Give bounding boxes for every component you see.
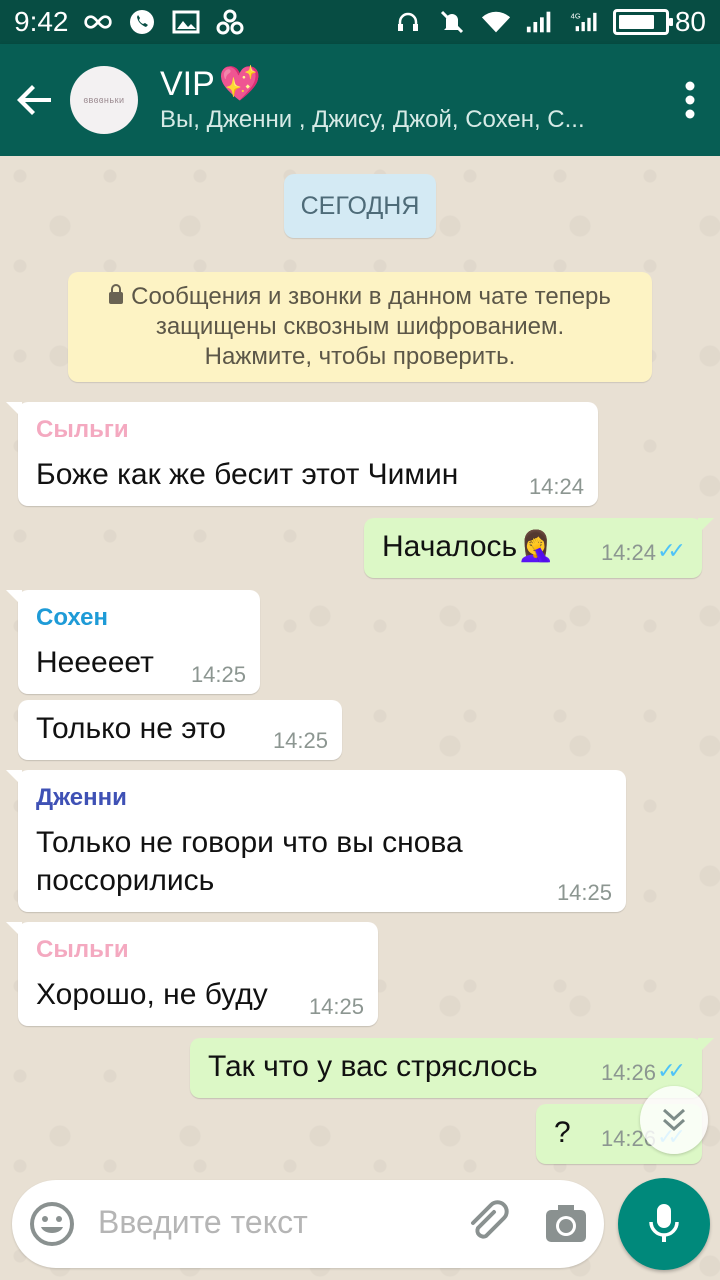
svg-text:4G: 4G [571, 12, 581, 21]
emoji-button[interactable] [28, 1200, 76, 1248]
message-text: Неееeет [36, 646, 154, 679]
encryption-line-3: Нажмите, чтобы проверить. [204, 343, 516, 370]
message-text-content: Началось [382, 530, 518, 563]
message-sender: Сохен [36, 604, 108, 631]
chat-header: ɞвɞɞньки VIP 💖 Вы, Дженни , Джису, Джой,… [0, 44, 720, 156]
message-incoming[interactable]: Сыльги Хорошо, не буду 14:25 [6, 922, 378, 1026]
double-check-icon: ✓✓ [657, 1058, 686, 1083]
encryption-notice-text: Сообщения и звонки в данном чате теперь … [109, 282, 611, 372]
wifi-icon [481, 7, 511, 37]
message-text: Началось🤦‍♀️ [382, 528, 555, 566]
message-input-bar: Введите текст [12, 1180, 604, 1268]
more-vert-icon [685, 81, 695, 119]
message-time: 14:26 [600, 1060, 656, 1085]
status-time: 9:42 [14, 6, 69, 37]
avatar-text: ɞвɞɞньки [83, 95, 125, 105]
message-outgoing[interactable]: Началось🤦‍♀️ 14:24 ✓✓ [364, 518, 714, 578]
message-text: ? [554, 1116, 571, 1149]
message-text: Только не это [36, 712, 226, 745]
message-incoming[interactable]: Сохен Неееeет 14:25 [6, 590, 260, 694]
sparkling-heart-icon: 💖 [218, 65, 262, 103]
attach-button[interactable] [464, 1200, 512, 1248]
message-incoming[interactable]: Сыльги Боже как же бесит этот Чимин 14:2… [6, 402, 598, 506]
message-time: 14:25 [272, 728, 328, 753]
message-text: Боже как же бесит этот Чимин [36, 458, 459, 491]
gallery-icon [171, 7, 201, 37]
message-time: 14:25 [556, 880, 612, 905]
date-chip: СЕГОДНЯ [284, 174, 436, 238]
battery-fill [618, 15, 655, 29]
status-bar: 9:42 4G 80 [0, 0, 720, 44]
camera-icon [546, 1205, 586, 1242]
voice-message-button[interactable] [618, 1178, 710, 1270]
group-title: VIP 💖 [160, 64, 660, 104]
message-incoming[interactable]: Дженни Только не говори что вы снова пос… [6, 770, 626, 912]
emoji-icon [30, 1202, 74, 1246]
battery-percent: 80 [674, 6, 706, 37]
signal-icon [525, 7, 555, 37]
infinity-icon [83, 7, 113, 37]
back-button[interactable] [0, 44, 70, 156]
message-text: Хорошо, не буду [36, 978, 268, 1011]
encryption-line-2: защищены сквозным шифрованием. [155, 313, 565, 340]
message-text-line-2: поссорились [36, 864, 215, 897]
mic-icon [649, 1204, 679, 1242]
message-sender: Дженни [36, 784, 127, 811]
message-incoming[interactable]: Только не это 14:25 [18, 700, 342, 760]
message-time: 14:24 [528, 474, 584, 499]
chat-area[interactable]: СЕГОДНЯ Сообщения и звонки в данном чате… [0, 156, 720, 1280]
cluster-icon [215, 7, 245, 37]
battery-indicator: 80 [612, 6, 706, 38]
group-name: VIP [160, 65, 215, 103]
battery-icon [612, 9, 673, 35]
whatsapp-icon [127, 7, 157, 37]
group-members: Вы, Дженни , Джису, Джой, Сохен, С... [160, 106, 585, 133]
double-check-icon: ✓✓ [657, 538, 686, 563]
message-time: 14:25 [308, 994, 364, 1019]
message-time: 14:25 [190, 662, 246, 687]
double-chevron-down-icon [662, 1108, 686, 1132]
headset-icon [393, 7, 423, 37]
encryption-notice[interactable]: Сообщения и звонки в данном чате теперь … [68, 272, 652, 382]
chat-title-block[interactable]: VIP 💖 Вы, Дженни , Джису, Джой, Сохен, С… [160, 64, 660, 136]
back-arrow-icon [17, 85, 51, 115]
message-outgoing[interactable]: Так что у вас стряслось 14:26 ✓✓ [190, 1038, 714, 1098]
message-sender: Сыльги [36, 936, 129, 963]
lock-icon [109, 283, 124, 304]
mute-icon [437, 7, 467, 37]
camera-button[interactable] [542, 1200, 590, 1248]
message-time: 14:24 [600, 540, 656, 565]
status-bar-right: 4G 80 [393, 6, 706, 38]
encryption-line-1: Сообщения и звонки в данном чате теперь [131, 283, 611, 310]
signal-4g-icon: 4G [569, 7, 599, 37]
message-text-line-1: Только не говори что вы снова [36, 826, 463, 859]
message-text: Так что у вас стряслось [208, 1050, 538, 1083]
facepalm-emoji: 🤦‍♀️ [517, 530, 555, 563]
status-bar-left: 9:42 [14, 6, 245, 38]
attach-icon [471, 1200, 509, 1239]
more-options-button[interactable] [660, 44, 720, 156]
scroll-to-bottom-button[interactable] [640, 1086, 708, 1154]
message-text: Только не говори что вы снова поссорилис… [36, 824, 463, 900]
group-avatar[interactable]: ɞвɞɞньки [70, 66, 138, 134]
message-sender: Сыльги [36, 416, 129, 443]
message-input[interactable]: Введите текст [98, 1204, 308, 1241]
